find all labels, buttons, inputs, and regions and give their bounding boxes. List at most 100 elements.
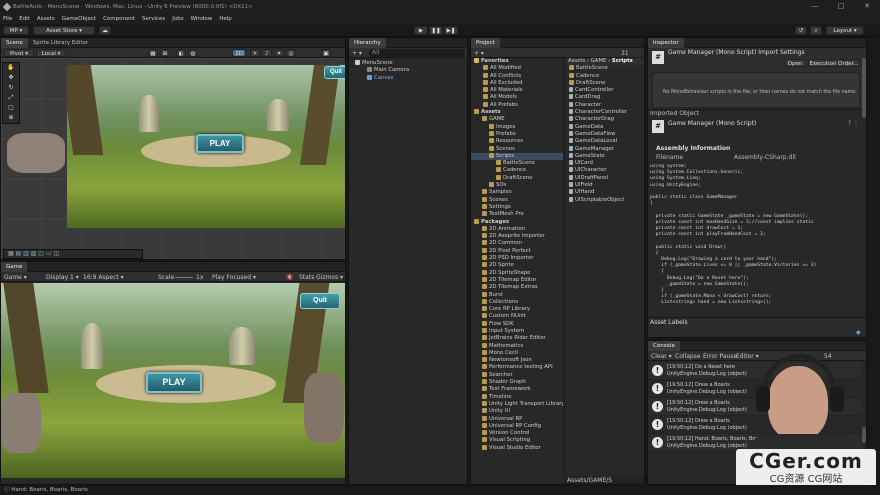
- package-item[interactable]: 2D Tilemap Extras: [471, 284, 563, 291]
- add-object-button[interactable]: + ▾: [352, 50, 362, 57]
- display-dropdown[interactable]: Display 1 ▾: [46, 274, 79, 281]
- local-dropdown[interactable]: Local ▾: [36, 49, 66, 57]
- package-item[interactable]: 2D Pixel Perfect: [471, 247, 563, 255]
- game-viewport[interactable]: PLAY Quit: [1, 283, 345, 478]
- package-item[interactable]: 2D PSD Importer: [471, 255, 563, 262]
- inspector-scrollbar[interactable]: [862, 58, 866, 118]
- packages-header[interactable]: Packages: [471, 218, 563, 226]
- package-item[interactable]: Version Control: [471, 430, 563, 437]
- package-item[interactable]: Input System: [471, 327, 563, 335]
- package-item[interactable]: Core RP Library: [471, 306, 563, 313]
- script-file[interactable]: UIField: [565, 182, 644, 189]
- camera-icon[interactable]: ▣: [321, 49, 331, 57]
- scene-quit-button[interactable]: Quit: [324, 66, 345, 79]
- pause-button[interactable]: ❚❚: [429, 26, 443, 35]
- asset-folder[interactable]: TextMesh Pro: [471, 211, 563, 218]
- component-menu-icon[interactable]: ? ⋮: [848, 120, 859, 127]
- menu-edit[interactable]: Edit: [19, 16, 30, 22]
- scale-slider[interactable]: [175, 277, 193, 278]
- label-tag-icon[interactable]: ◆: [856, 329, 861, 336]
- game-mode-dropdown[interactable]: Game ▾: [4, 274, 27, 281]
- file-folder[interactable]: BattleScene: [565, 65, 644, 72]
- project-add-button[interactable]: + ▾: [474, 50, 484, 57]
- script-file[interactable]: GameDataLocal: [565, 138, 644, 145]
- stats-toggle[interactable]: Stats: [299, 274, 314, 281]
- menu-window[interactable]: Window: [191, 16, 213, 22]
- script-file[interactable]: UIDraftPanel: [565, 174, 644, 182]
- assets-header[interactable]: Assets: [471, 109, 563, 116]
- play-focused-dropdown[interactable]: Play Focused ▾: [212, 274, 256, 281]
- package-item[interactable]: 2D Aseprite Importer: [471, 233, 563, 240]
- script-file[interactable]: CardController: [565, 87, 644, 94]
- menu-component[interactable]: Component: [103, 16, 135, 22]
- gizmos-dropdown[interactable]: Gizmos ▾: [316, 274, 343, 281]
- account-dropdown[interactable]: MP ▾: [3, 26, 29, 35]
- package-item[interactable]: 2D Tilemap Editor: [471, 276, 563, 284]
- game-play-button[interactable]: PLAY: [146, 372, 202, 393]
- script-file[interactable]: UICard: [565, 160, 644, 167]
- rotate-tool-icon[interactable]: ↻: [3, 83, 19, 93]
- package-item[interactable]: Collections: [471, 298, 563, 306]
- package-item[interactable]: Mathematics: [471, 342, 563, 350]
- favorite-item[interactable]: All Prefabs: [471, 101, 563, 109]
- tile-tool-icon[interactable]: ▦ ▤ ▥ ▧ ◰ ▭ ◫: [4, 250, 59, 257]
- grid-icon[interactable]: ▦: [148, 49, 158, 57]
- asset-folder[interactable]: BattleScene: [471, 160, 563, 167]
- shading-icon[interactable]: ◐: [176, 49, 186, 57]
- script-file[interactable]: UICharacter: [565, 167, 644, 174]
- script-file[interactable]: GameDataFlow: [565, 130, 644, 138]
- hierarchy-item[interactable]: Canvas: [349, 74, 467, 82]
- script-file[interactable]: CharacterController: [565, 109, 644, 116]
- game-quit-button[interactable]: Quit: [300, 293, 340, 309]
- package-item[interactable]: Unity Light Transport Library: [471, 400, 563, 408]
- asset-store-dropdown[interactable]: Asset Store ▾: [33, 26, 95, 35]
- tab-scene[interactable]: Scene: [1, 38, 28, 48]
- package-item[interactable]: Performance testing API: [471, 364, 563, 371]
- package-item[interactable]: Flow SDK: [471, 320, 563, 328]
- script-file[interactable]: CharacterDrag: [565, 116, 644, 123]
- package-item[interactable]: Timeline: [471, 393, 563, 401]
- error-pause-toggle[interactable]: Error Pause: [703, 353, 737, 360]
- file-folder[interactable]: Cadence: [565, 72, 644, 80]
- package-item[interactable]: Mono Cecil: [471, 349, 563, 357]
- search-icon[interactable]: ⌕: [810, 26, 822, 35]
- hand-tool-icon[interactable]: ✋: [3, 63, 19, 73]
- package-item[interactable]: Unity UI: [471, 408, 563, 415]
- transform-tool-icon[interactable]: ⊕: [3, 113, 19, 123]
- asset-folder[interactable]: Images: [471, 123, 563, 131]
- open-button[interactable]: Open: [784, 59, 806, 67]
- asset-folder[interactable]: DraftScene: [471, 174, 563, 182]
- script-file[interactable]: GameManager: [565, 145, 644, 153]
- play-button[interactable]: ▶: [414, 26, 428, 35]
- tab-inspector[interactable]: Inspector: [648, 38, 684, 48]
- hierarchy-search-input[interactable]: All: [369, 49, 465, 57]
- asset-folder[interactable]: Scenes: [471, 196, 563, 204]
- asset-folder[interactable]: Settings: [471, 203, 563, 211]
- wireframe-icon[interactable]: ◍: [188, 49, 198, 57]
- maximize-button[interactable]: □: [828, 0, 854, 13]
- menu-assets[interactable]: Assets: [37, 16, 55, 22]
- menu-gameobject[interactable]: GameObject: [62, 16, 96, 22]
- script-file[interactable]: UIScriptableObject: [565, 196, 644, 204]
- script-file[interactable]: CardDrag: [565, 94, 644, 101]
- scale-tool-icon[interactable]: ⤢: [3, 93, 19, 103]
- package-item[interactable]: Visual Scripting: [471, 437, 563, 444]
- package-item[interactable]: 2D Animation: [471, 225, 563, 233]
- gizmo-icon[interactable]: ◎: [286, 49, 296, 57]
- audio-mute-icon[interactable]: 🔇: [286, 274, 293, 281]
- menu-services[interactable]: Services: [142, 16, 165, 22]
- tab-hierarchy[interactable]: Hierarchy: [349, 38, 386, 48]
- hierarchy-item[interactable]: Main Camera: [349, 67, 467, 74]
- aspect-dropdown[interactable]: 16:9 Aspect ▾: [83, 274, 124, 281]
- fx-icon[interactable]: ✦: [274, 49, 284, 57]
- minimize-button[interactable]: —: [802, 0, 828, 13]
- asset-folder[interactable]: Cadence: [471, 167, 563, 174]
- favorite-item[interactable]: All Materials: [471, 87, 563, 94]
- 2d-toggle[interactable]: 2D: [232, 49, 246, 57]
- script-file[interactable]: GameState: [565, 152, 644, 160]
- tab-console[interactable]: Console: [648, 341, 680, 351]
- package-item[interactable]: 2D Sprite: [471, 262, 563, 269]
- package-item[interactable]: Test Framework: [471, 386, 563, 393]
- package-item[interactable]: Shader Graph: [471, 379, 563, 386]
- asset-folder[interactable]: Scenes: [471, 145, 563, 153]
